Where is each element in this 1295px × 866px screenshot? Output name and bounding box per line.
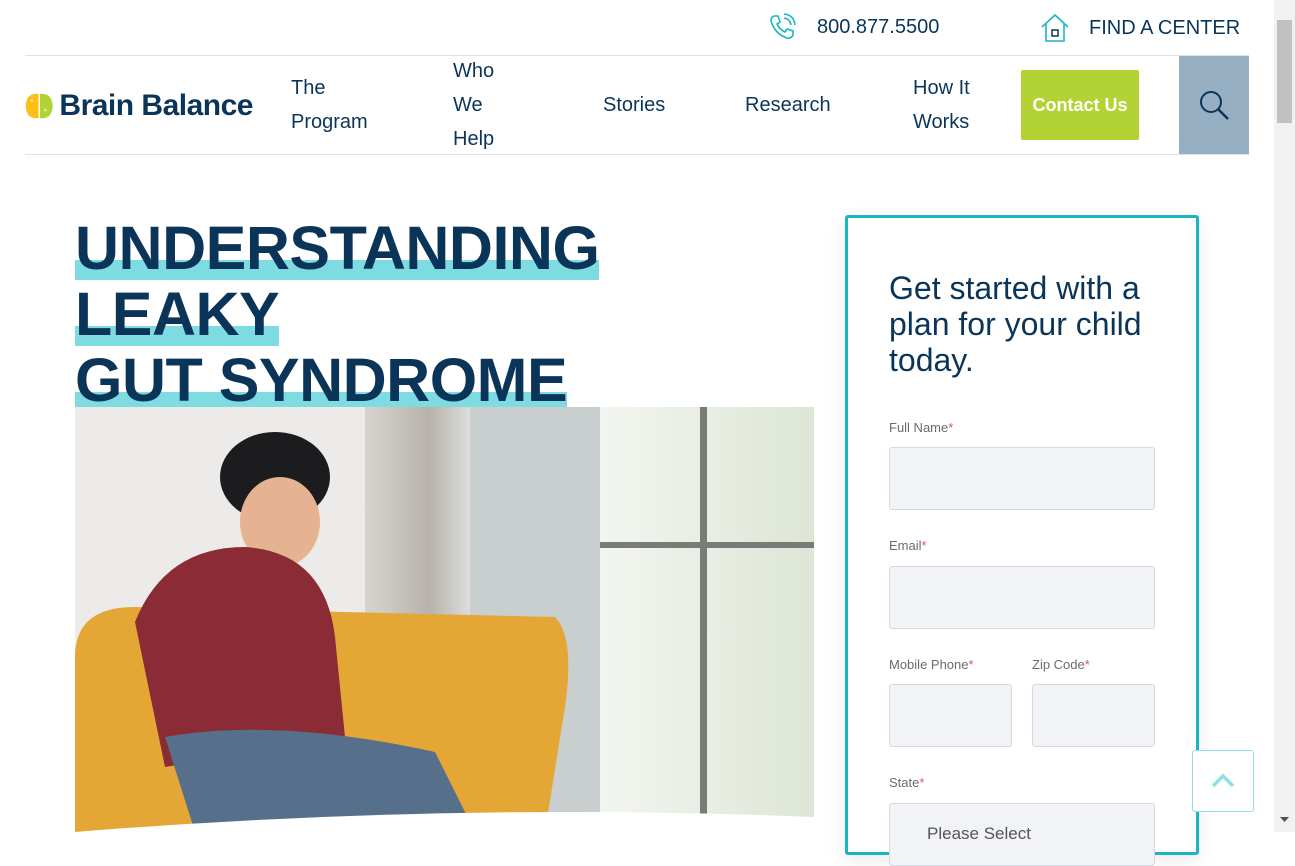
scrollbar-thumb[interactable] [1277, 20, 1292, 123]
state-label: State* [889, 775, 925, 790]
email-input[interactable] [889, 566, 1155, 629]
phone-number: 800.877.5500 [817, 15, 940, 38]
main-nav: Brain Balance The Program Who We Help St… [25, 56, 1249, 155]
contact-us-button[interactable]: Contact Us [1021, 70, 1139, 140]
boy-on-couch-photo [75, 407, 814, 832]
hero-image [75, 407, 814, 832]
brain-logo-icon [25, 93, 53, 119]
scrollbar[interactable] [1274, 0, 1295, 832]
nav-how-it-works[interactable]: How It Works [913, 71, 970, 139]
nav-who-we-help[interactable]: Who We Help [453, 54, 494, 156]
chevron-up-icon [1211, 773, 1235, 788]
full-name-input[interactable] [889, 447, 1155, 510]
title-line-1: UNDERSTANDING LEAKY [75, 214, 600, 348]
full-name-label: Full Name* [889, 420, 954, 435]
email-label: Email* [889, 538, 927, 553]
find-center-link[interactable]: FIND A CENTER [1039, 12, 1240, 44]
find-center-label: FIND A CENTER [1089, 16, 1241, 39]
utility-bar: 800.877.5500 FIND A CENTER [25, 0, 1249, 56]
title-line-2: GUT SYNDROME [75, 346, 568, 414]
scroll-down-arrow-icon[interactable] [1280, 817, 1289, 823]
logo[interactable]: Brain Balance [25, 86, 253, 126]
mobile-phone-label: Mobile Phone* [889, 657, 974, 672]
form-heading: Get started with a plan for your child t… [889, 270, 1142, 378]
zip-code-label: Zip Code* [1032, 657, 1090, 672]
nav-research[interactable]: Research [745, 88, 831, 122]
lead-form: Get started with a plan for your child t… [845, 215, 1199, 866]
home-icon [1041, 13, 1069, 42]
state-placeholder: Please Select [927, 824, 1031, 843]
nav-the-program[interactable]: The Program [291, 71, 368, 139]
nav-stories[interactable]: Stories [603, 88, 665, 122]
logo-text: Brain Balance [59, 89, 253, 122]
state-select[interactable]: Please Select [889, 803, 1155, 866]
mobile-phone-input[interactable] [889, 684, 1012, 747]
phone-link[interactable]: 800.877.5500 [767, 12, 939, 42]
page-title: UNDERSTANDING LEAKY GUT SYNDROME [75, 214, 815, 414]
phone-icon [770, 13, 796, 39]
search-button[interactable] [1179, 56, 1249, 154]
zip-code-input[interactable] [1032, 684, 1155, 747]
back-to-top-button[interactable] [1192, 750, 1254, 812]
search-icon [1200, 91, 1229, 120]
